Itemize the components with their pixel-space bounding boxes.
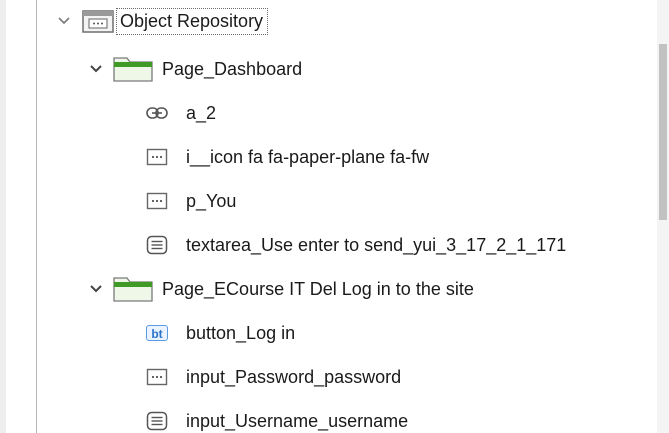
element-icon <box>146 146 168 168</box>
repository-icon <box>82 8 114 34</box>
tree-node-input-password[interactable]: input_Password_password <box>0 362 655 392</box>
tree-node-i-icon-fa-paper-plane[interactable]: i__icon fa fa-paper-plane fa-fw <box>0 142 655 172</box>
tree-node-textarea-use-enter[interactable]: textarea_Use enter to send_yui_3_17_2_1_… <box>0 230 655 260</box>
tree-node-page-ecourse[interactable]: Page_ECourse IT Del Log in to the site <box>0 274 655 304</box>
button-badge: bt <box>146 325 168 341</box>
tree-node-a-2[interactable]: a_2 <box>0 98 655 128</box>
chevron-down-icon[interactable] <box>88 281 104 297</box>
tree-node-input-username[interactable]: input_Username_username <box>0 406 655 433</box>
chevron-down-icon[interactable] <box>56 13 72 29</box>
link-icon <box>146 102 168 124</box>
scrollbar-thumb[interactable] <box>659 44 667 220</box>
tree-node-page-dashboard[interactable]: Page_Dashboard <box>0 54 655 84</box>
folder-icon <box>113 276 153 302</box>
vertical-scrollbar[interactable] <box>657 0 669 433</box>
chevron-down-icon[interactable] <box>88 61 104 77</box>
element-icon <box>146 366 168 388</box>
button-icon: bt <box>146 325 168 341</box>
tree-node-label: input_Password_password <box>186 367 402 387</box>
tree-node-label: Page_ECourse IT Del Log in to the site <box>162 279 474 299</box>
tree-node-label: Object Repository <box>116 8 269 35</box>
tree-node-label: button_Log in <box>186 323 296 343</box>
folder-icon <box>113 56 153 82</box>
element-icon <box>146 190 168 212</box>
textarea-icon <box>146 234 168 256</box>
tree-node-p-you[interactable]: p_You <box>0 186 655 216</box>
textarea-icon <box>146 410 168 432</box>
tree-node-label: p_You <box>186 191 237 211</box>
object-repository-panel: Object Repository Page_Dashboard a_2 i__… <box>0 0 669 433</box>
tree-node-label: input_Username_username <box>186 411 409 431</box>
tree-node-object-repository[interactable]: Object Repository <box>0 6 655 36</box>
tree-node-label: Page_Dashboard <box>162 59 303 79</box>
tree-node-label: a_2 <box>186 103 217 123</box>
tree-node-button-log-in[interactable]: bt button_Log in <box>0 318 655 348</box>
tree-node-label: textarea_Use enter to send_yui_3_17_2_1_… <box>186 235 567 255</box>
tree-node-label: i__icon fa fa-paper-plane fa-fw <box>186 147 430 167</box>
